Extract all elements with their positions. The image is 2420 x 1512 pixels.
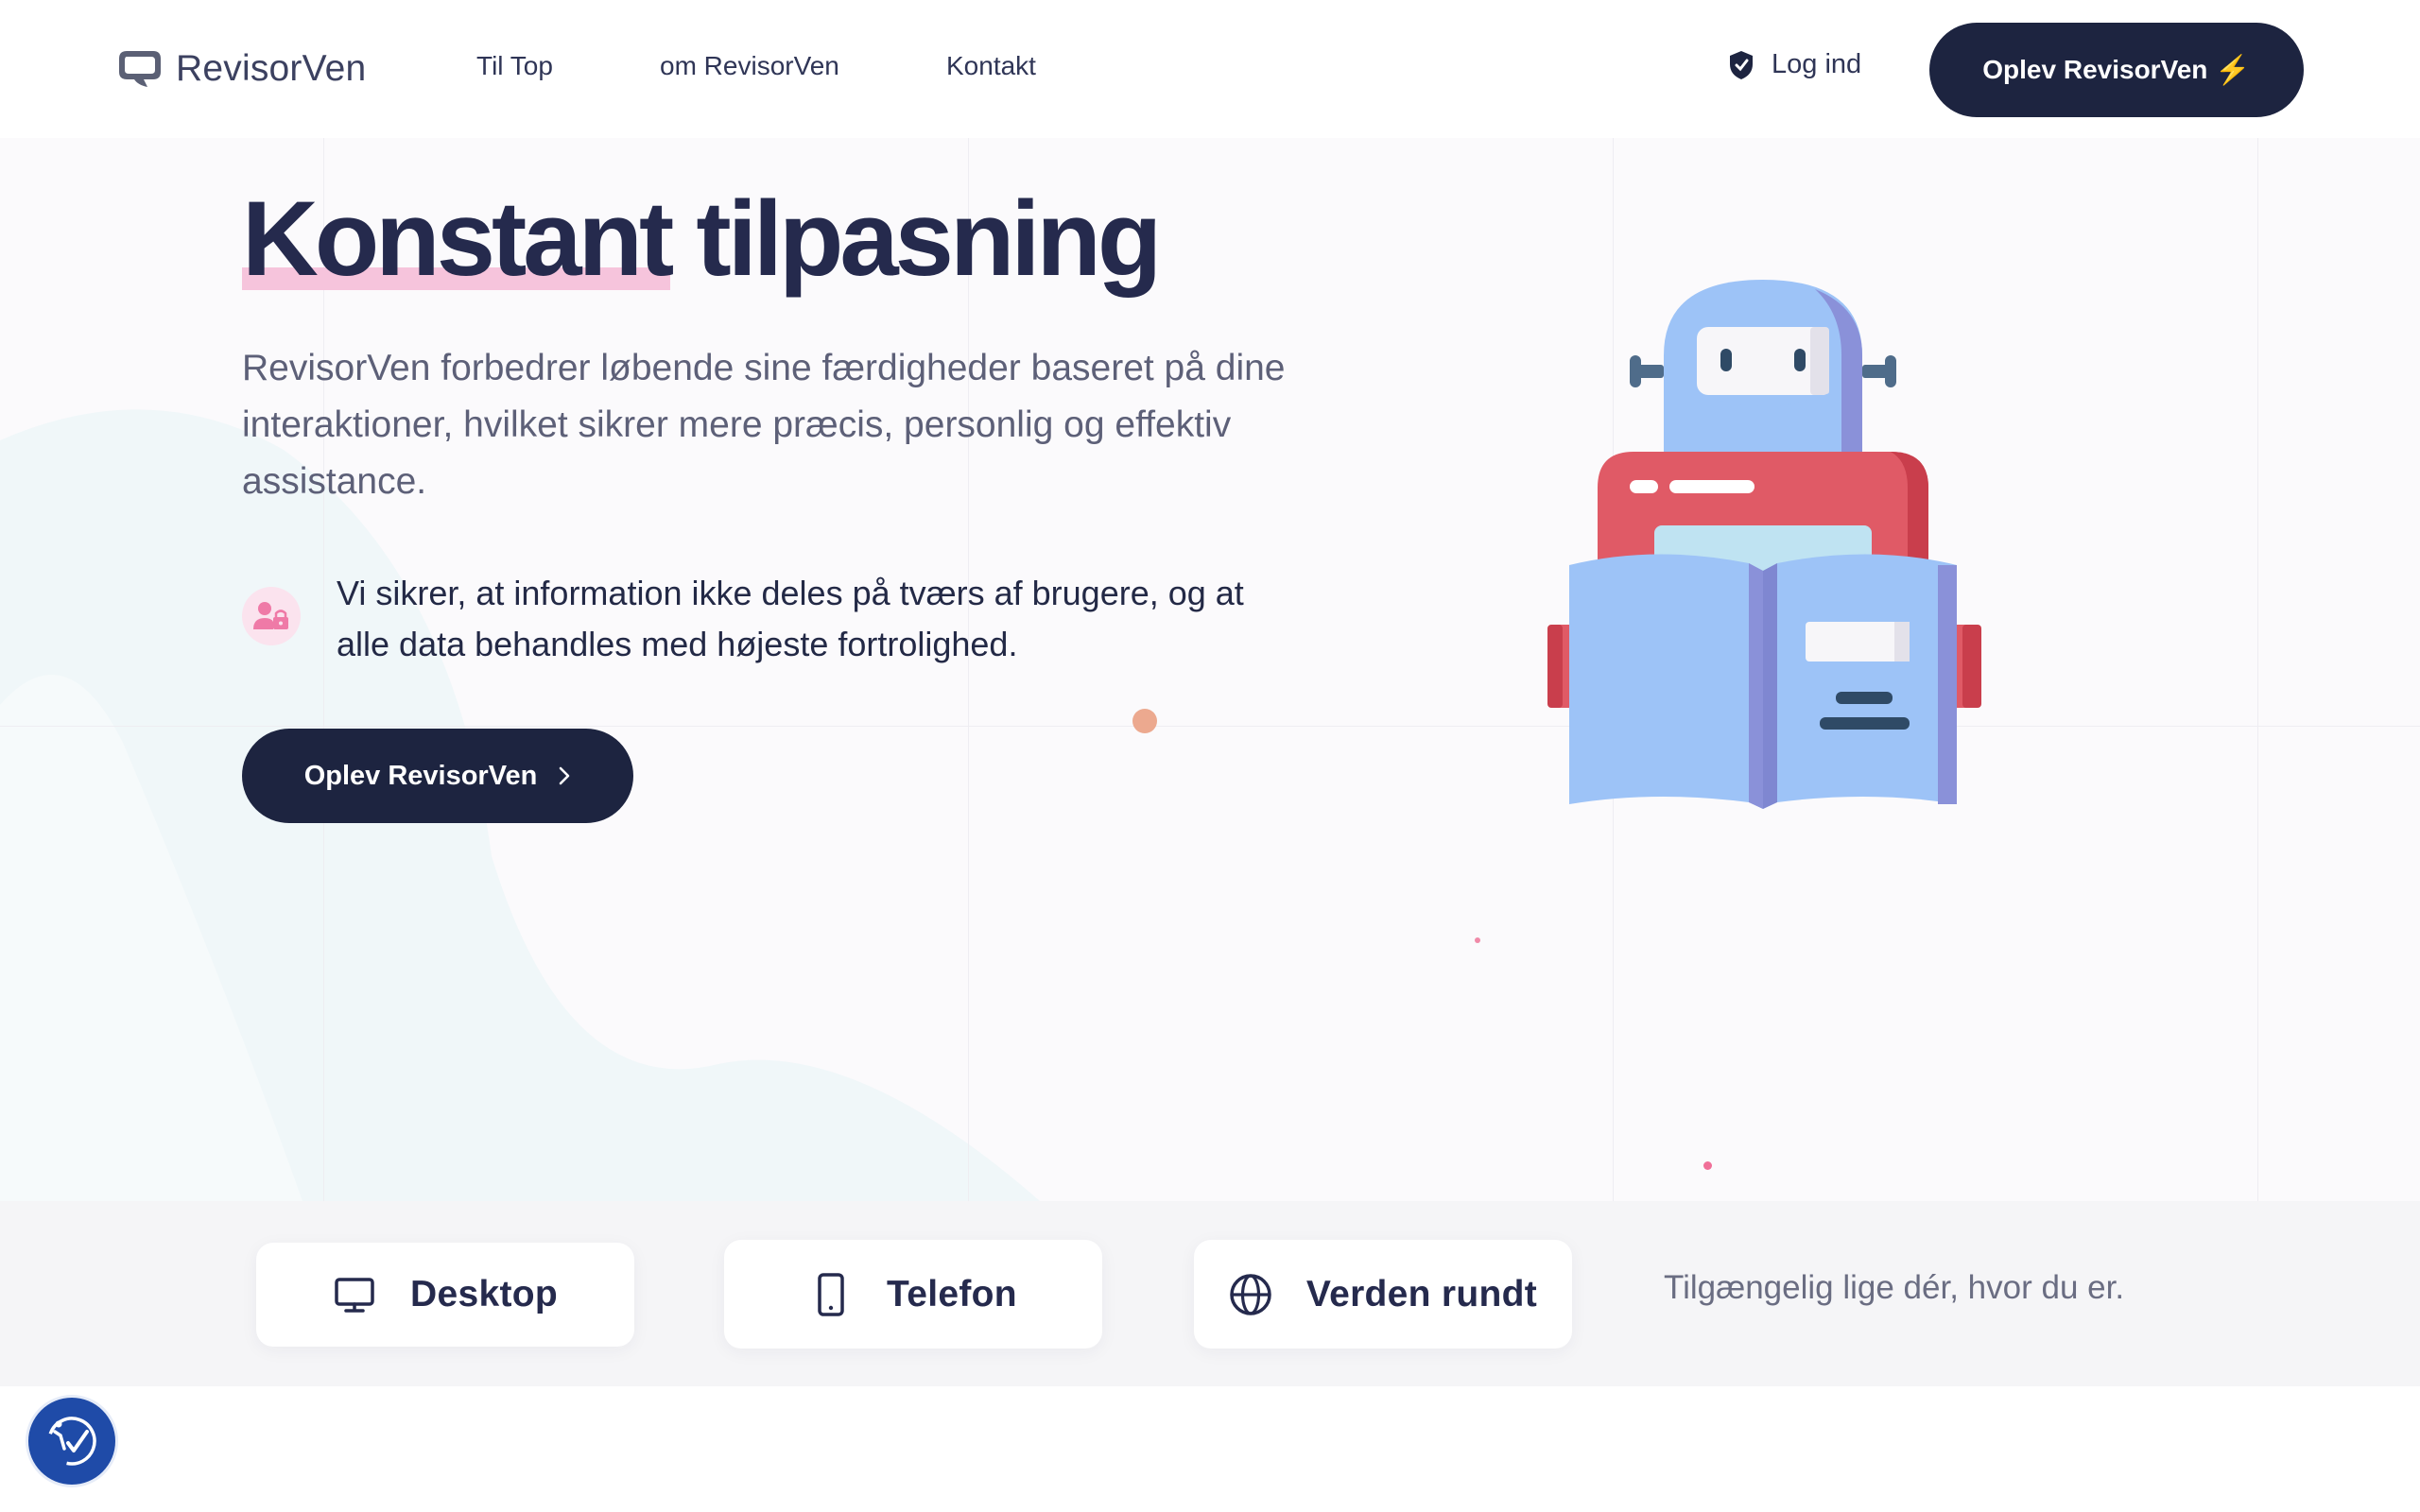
platforms-tagline: Tilgængelig lige dér, hvor du er. bbox=[1664, 1269, 2125, 1306]
decor-dot bbox=[1703, 1161, 1712, 1170]
login-label: Log ind bbox=[1772, 49, 1862, 79]
site-header: RevisorVen Til Top om RevisorVen Kontakt… bbox=[0, 0, 2420, 138]
hero-cta-button[interactable]: Oplev RevisorVen bbox=[242, 729, 633, 823]
chat-bubble-logo-icon bbox=[119, 51, 161, 87]
robot-reading-book-illustration bbox=[1547, 280, 1981, 809]
platform-label: Desktop bbox=[410, 1274, 558, 1314]
login-link[interactable]: Log ind bbox=[1728, 49, 1861, 80]
nav-link-kontakt[interactable]: Kontakt bbox=[946, 51, 1036, 81]
platform-label: Telefon bbox=[887, 1273, 1017, 1314]
header-cta-label: Oplev RevisorVen bbox=[1982, 55, 2208, 84]
monitor-icon bbox=[335, 1278, 374, 1313]
grid-line bbox=[0, 726, 2420, 727]
hero-title: Konstant tilpasning bbox=[242, 178, 1162, 300]
privacy-text: Vi sikrer, at information ikke deles på … bbox=[337, 574, 1244, 663]
nav-link-om-revisorven[interactable]: om RevisorVen bbox=[660, 51, 839, 81]
phone-icon bbox=[818, 1272, 844, 1316]
platform-telefon[interactable]: Telefon bbox=[724, 1240, 1102, 1349]
hero-title-highlight: Konstant bbox=[242, 180, 674, 298]
platform-label: Verden rundt bbox=[1305, 1273, 1538, 1314]
user-lock-icon bbox=[242, 587, 301, 645]
platform-verden-rundt[interactable]: Verden rundt bbox=[1194, 1240, 1572, 1349]
lightning-icon: ⚡ bbox=[2215, 54, 2251, 86]
shield-check-icon bbox=[1730, 50, 1753, 79]
platform-desktop[interactable]: Desktop bbox=[256, 1243, 634, 1347]
logo-text: RevisorVen bbox=[176, 48, 367, 89]
hero-cta-label: Oplev RevisorVen bbox=[303, 760, 538, 791]
privacy-note: Vi sikrer, at information ikke deles på … bbox=[242, 568, 1301, 670]
grid-line bbox=[2257, 138, 2258, 1201]
hero-title-rest: tilpasning bbox=[696, 180, 1162, 298]
globe-icon bbox=[1230, 1273, 1271, 1315]
accessibility-icon bbox=[47, 1417, 96, 1466]
chevron-right-icon bbox=[560, 766, 570, 785]
decor-dot bbox=[1132, 709, 1157, 733]
hero-section: Konstant tilpasning RevisorVen forbedrer… bbox=[0, 138, 2420, 1201]
decor-dot bbox=[1475, 937, 1480, 943]
accessibility-button[interactable] bbox=[28, 1398, 115, 1485]
hero-description: RevisorVen forbedrer løbende sine færdig… bbox=[242, 348, 1286, 502]
nav-link-til-top[interactable]: Til Top bbox=[476, 51, 553, 81]
logo[interactable]: RevisorVen bbox=[115, 47, 366, 91]
platforms-strip: Desktop Telefon Verden rundt Tilgængelig… bbox=[0, 1201, 2420, 1386]
header-cta-button[interactable]: Oplev RevisorVen ⚡ bbox=[1929, 23, 2304, 117]
